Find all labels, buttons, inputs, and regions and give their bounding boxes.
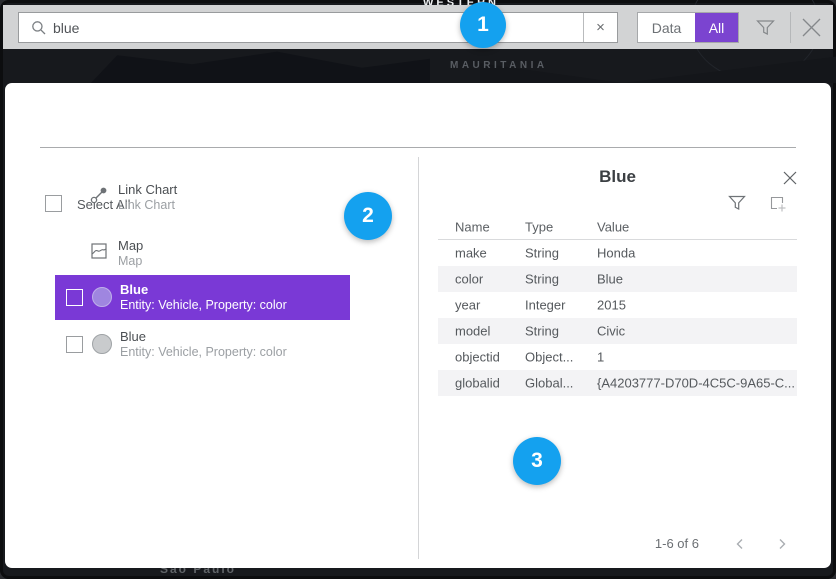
search-icon <box>30 19 48 37</box>
callout-badge-3: 3 <box>513 437 561 485</box>
cell-name: objectid <box>455 350 500 365</box>
panel-header-divider <box>40 147 796 148</box>
detail-close-icon[interactable] <box>781 169 799 187</box>
cell-type: Object... <box>525 350 573 365</box>
results-filter-icon[interactable] <box>727 193 747 213</box>
table-row: color String Blue <box>438 266 797 292</box>
item-subtitle: Link Chart <box>118 198 175 212</box>
item-subtitle: Map <box>118 254 142 268</box>
attribute-table: Name Type Value make String Honda color … <box>438 215 797 396</box>
cell-value: 2015 <box>597 298 626 313</box>
item-title: Link Chart <box>118 182 177 197</box>
add-to-selection-icon[interactable] <box>767 193 788 214</box>
table-row: year Integer 2015 <box>438 292 797 318</box>
cell-type: String <box>525 324 559 339</box>
map-landmass-shape <box>90 48 430 84</box>
map-icon <box>89 241 109 261</box>
cell-value: Honda <box>597 246 635 261</box>
search-scope-toggle: Data All <box>637 12 739 43</box>
cell-value: 1 <box>597 350 604 365</box>
cell-name: model <box>455 324 490 339</box>
item-checkbox[interactable] <box>66 289 83 306</box>
cell-name: globalid <box>455 376 500 391</box>
table-row: model String Civic <box>438 318 797 344</box>
app-window: WESTERN MAURITANIA Sao Paulo × Data All <box>0 0 836 579</box>
link-chart-icon <box>89 185 109 205</box>
close-search-icon[interactable] <box>799 15 824 40</box>
entity-circle-icon <box>92 334 112 354</box>
scope-all-button[interactable]: All <box>695 13 738 42</box>
cell-type: String <box>525 246 559 261</box>
search-toolbar: × Data All <box>3 5 833 49</box>
column-header-value: Value <box>597 220 629 235</box>
cell-value: Blue <box>597 272 623 287</box>
chevron-left-icon[interactable] <box>733 537 747 551</box>
callout-badge-1: 1 <box>460 2 506 48</box>
list-item-blue-selected[interactable]: Blue Entity: Vehicle, Property: color <box>55 275 350 320</box>
list-item-link-chart[interactable]: Link Chart Link Chart <box>55 175 350 220</box>
pagination-range-label: 1-6 of 6 <box>655 536 699 551</box>
entity-circle-icon <box>92 287 112 307</box>
column-header-name: Name <box>455 220 490 235</box>
item-title: Map <box>118 238 143 253</box>
search-box[interactable]: × <box>18 12 618 43</box>
list-item-map[interactable]: Map Map <box>55 231 350 276</box>
toolbar-divider <box>790 12 791 43</box>
detail-title: Blue <box>438 167 797 187</box>
cell-name: year <box>455 298 480 313</box>
item-title: Blue <box>120 329 146 344</box>
table-row: make String Honda <box>438 240 797 266</box>
clear-search-button[interactable]: × <box>584 13 617 42</box>
cell-type: Global... <box>525 376 573 391</box>
column-header-type: Type <box>525 220 553 235</box>
item-subtitle: Entity: Vehicle, Property: color <box>120 298 287 312</box>
scope-data-button[interactable]: Data <box>638 13 695 42</box>
item-subtitle: Entity: Vehicle, Property: color <box>120 345 287 359</box>
pagination: 1-6 of 6 <box>655 536 789 551</box>
chevron-right-icon[interactable] <box>775 537 789 551</box>
filter-icon[interactable] <box>755 17 776 38</box>
table-row: globalid Global... {A4203777-D70D-4C5C-9… <box>438 370 797 396</box>
map-label-mauritania: MAURITANIA <box>450 60 548 71</box>
cell-type: Integer <box>525 298 565 313</box>
cell-value: {A4203777-D70D-4C5C-9A65-C... <box>597 376 795 391</box>
cell-name: color <box>455 272 483 287</box>
list-item-blue[interactable]: Blue Entity: Vehicle, Property: color <box>55 322 350 367</box>
item-checkbox[interactable] <box>66 336 83 353</box>
list-detail-divider <box>418 157 419 559</box>
table-row: objectid Object... 1 <box>438 344 797 370</box>
item-title: Blue <box>120 282 148 297</box>
callout-badge-2: 2 <box>344 192 392 240</box>
search-results-panel: Select All Link Chart Link Chart <box>5 83 831 568</box>
cell-value: Civic <box>597 324 625 339</box>
table-header: Name Type Value <box>438 215 797 240</box>
cell-name: make <box>455 246 487 261</box>
cell-type: String <box>525 272 559 287</box>
